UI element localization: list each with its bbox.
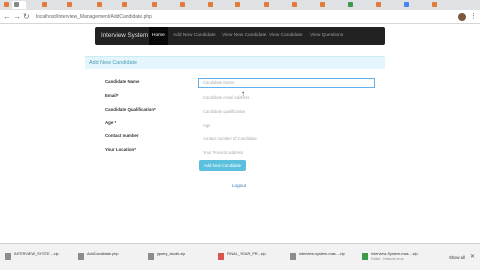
- browser-tab[interactable]: [402, 1, 411, 9]
- download-item[interactable]: FINAL_YEAR_PR...zip: [218, 252, 278, 262]
- download-name: jquery_xkcdb.zip: [157, 252, 186, 256]
- label-age: Age *: [105, 120, 117, 125]
- download-name: AddCandidate.php: [87, 252, 119, 256]
- browser-tab[interactable]: [374, 1, 383, 9]
- browser-tab[interactable]: [262, 1, 271, 9]
- download-name: FINAL_YEAR_PR...zip: [227, 252, 266, 256]
- label-location: Your Location*: [105, 147, 136, 152]
- panel-title: Add New Candidate: [89, 60, 137, 66]
- address-bar: ← → ↻ localhost/Interview_Management/Add…: [0, 10, 480, 24]
- download-status: Failed - Network error: [371, 257, 404, 261]
- panel-header: Add New Candidate: [85, 56, 385, 69]
- file-icon: [148, 253, 154, 260]
- label-contact-number: Contact number: [105, 133, 139, 138]
- nav-add-new-candidate[interactable]: Add New Candidate: [170, 27, 219, 45]
- download-item[interactable]: AddCandidate.php: [78, 252, 138, 262]
- url-input[interactable]: localhost/Interview_Management/AddCandid…: [36, 12, 456, 22]
- mouse-cursor-icon: ↑: [241, 89, 245, 98]
- file-icon: [5, 253, 11, 260]
- show-all-button[interactable]: Show all: [449, 255, 465, 260]
- age-input[interactable]: Age: [198, 121, 375, 131]
- browser-tab[interactable]: [233, 1, 242, 9]
- file-icon: [218, 253, 224, 260]
- download-item[interactable]: jquery_xkcdb.zip: [148, 252, 208, 262]
- browser-tab[interactable]: [95, 1, 104, 9]
- close-icon[interactable]: ✕: [470, 253, 475, 260]
- download-item[interactable]: interview-system-mas....zip: [290, 252, 350, 262]
- file-icon: [78, 253, 84, 260]
- brand[interactable]: Interview System: [101, 27, 148, 45]
- location-input[interactable]: Your Present address: [198, 148, 375, 158]
- file-icon: [362, 253, 368, 260]
- nav-view-new-candidate[interactable]: View New Candidate: [219, 27, 269, 45]
- browser-tab[interactable]: [40, 1, 49, 9]
- download-item[interactable]: INTERVIEW_SYSTE....zip: [5, 252, 65, 262]
- reload-icon[interactable]: ↻: [23, 12, 30, 22]
- contact-number-input[interactable]: contact number of Candidate: [198, 134, 375, 144]
- browser-tab-strip: [0, 0, 480, 10]
- browser-tab[interactable]: [346, 1, 355, 9]
- nav-home[interactable]: Home: [149, 27, 168, 45]
- browser-tab[interactable]: [120, 1, 129, 9]
- browser-tab[interactable]: [150, 1, 159, 9]
- download-name: interview-system-mas....zip: [299, 252, 345, 256]
- browser-tab[interactable]: [2, 1, 11, 9]
- nav-view-candidate[interactable]: View Candidate: [266, 27, 306, 45]
- logout-link[interactable]: Logout: [232, 183, 246, 188]
- forward-icon[interactable]: →: [13, 12, 21, 22]
- browser-tab[interactable]: [430, 1, 439, 9]
- label-candidate-name: Candidate Name: [105, 79, 140, 84]
- nav-view-questions[interactable]: View Questions: [307, 27, 346, 45]
- qualification-input[interactable]: Candidate qualification: [198, 107, 375, 117]
- candidate-name-input[interactable]: Candidate Name: [198, 78, 375, 88]
- download-name: INTERVIEW_SYSTE....zip: [14, 252, 59, 256]
- browser-tab[interactable]: [65, 1, 74, 9]
- browser-tab[interactable]: [318, 1, 327, 9]
- email-input[interactable]: Candidate email address: [198, 93, 375, 103]
- label-qualification: Candidate Qualification*: [105, 107, 156, 112]
- browser-tab[interactable]: [290, 1, 299, 9]
- add-candidate-button[interactable]: Add New Candidate: [199, 160, 246, 171]
- download-item[interactable]: Interview-System-mas....zip Failed - Net…: [362, 252, 422, 262]
- download-name: Interview-System-mas....zip: [371, 252, 418, 256]
- browser-menu-icon[interactable]: ⋮: [470, 12, 477, 20]
- label-email: Email*: [105, 93, 119, 98]
- file-icon: [290, 253, 296, 260]
- browser-tab[interactable]: [206, 1, 215, 9]
- browser-tab[interactable]: [178, 1, 187, 9]
- site-navbar: Interview System Home Add New Candidate …: [95, 27, 385, 45]
- downloads-bar: INTERVIEW_SYSTE....zip AddCandidate.php …: [0, 243, 480, 270]
- browser-tab-active[interactable]: [12, 1, 26, 9]
- profile-avatar[interactable]: [458, 13, 466, 21]
- back-icon[interactable]: ←: [3, 12, 11, 22]
